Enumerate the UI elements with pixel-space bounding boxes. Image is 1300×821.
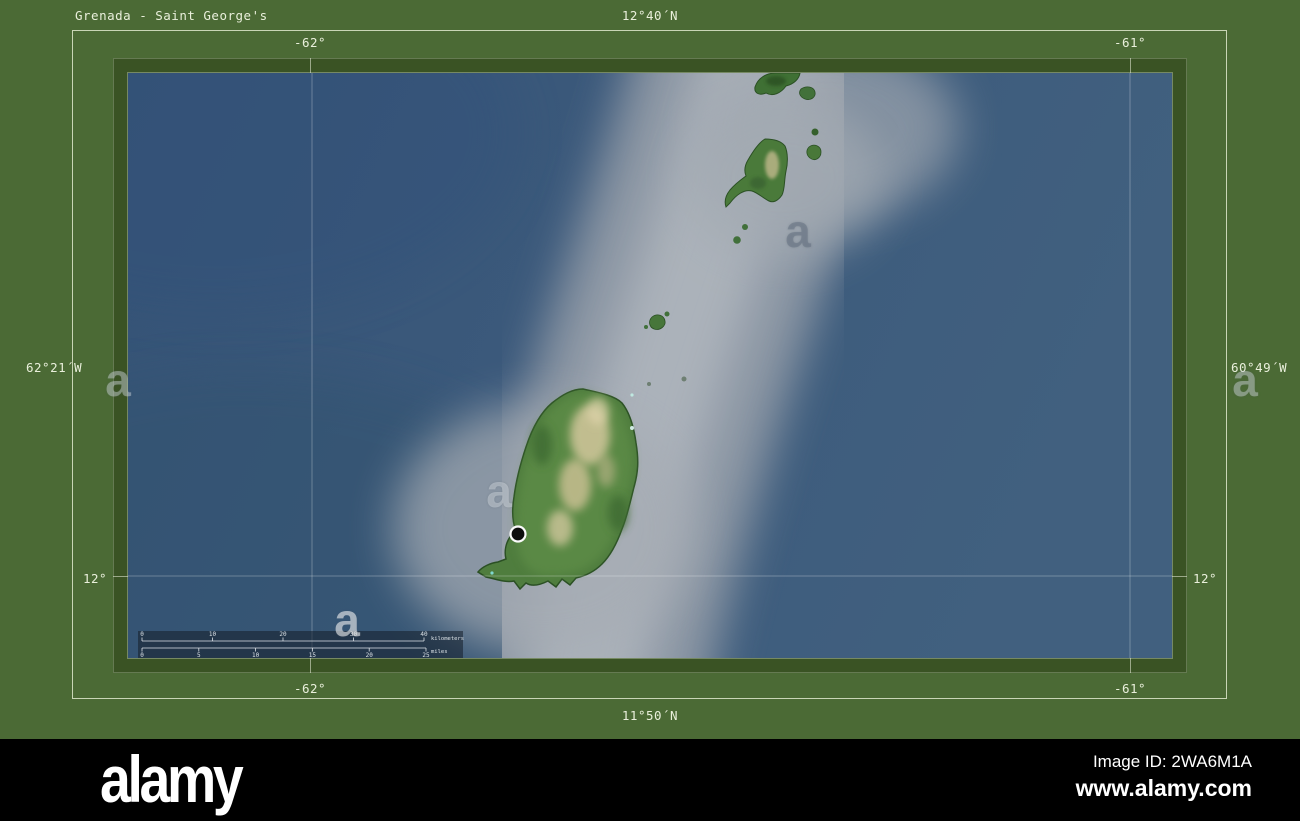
scale-km-tick: 40 [420, 631, 428, 638]
image-id-text: Image ID: 2WA6M1A [1092, 752, 1252, 771]
islet-northeast [799, 86, 816, 100]
settlement-dot-north [630, 393, 634, 397]
scale-mile-tick: 25 [422, 652, 430, 658]
scale-km-tick: 0 [140, 631, 144, 638]
edge-longitude-label-east: 60°49´W [1231, 360, 1288, 375]
settlement-dot-southwest [490, 571, 494, 575]
map-title: Grenada - Saint George's [75, 8, 268, 23]
latitude-label-left: 12° [82, 571, 108, 586]
credit-bar: alamy Image ID: 2WA6M1A www.alamy.com [0, 739, 1300, 821]
graticule-tick [310, 658, 311, 673]
islet-above-petite-martinique [811, 128, 819, 136]
top-latitude-label: 12°40´N [621, 8, 679, 23]
topographic-map: 0 10 20 30 40 kilometers 0 5 10 15 20 25… [0, 0, 1172, 813]
islet-london-bridge [647, 382, 651, 386]
edge-longitude-label-west: 62°21´W [26, 360, 83, 375]
scale-mile-unit: miles [431, 649, 448, 655]
location-marker-saint-georges [509, 525, 527, 543]
map-canvas: 0 10 20 30 40 kilometers 0 5 10 15 20 25… [0, 0, 1173, 813]
graticule-tick [310, 58, 311, 73]
longitude-label-top-west: -62° [293, 35, 327, 50]
longitude-label-bottom-west: -62° [293, 681, 327, 696]
scale-km-tick: 10 [209, 631, 217, 638]
islet-saline [742, 224, 748, 230]
islet-frigate [733, 236, 741, 244]
scale-km-tick: 30 [350, 631, 358, 638]
scale-bar: 0 10 20 30 40 kilometers 0 5 10 15 20 25… [138, 631, 464, 659]
website-url: www.alamy.com [1075, 775, 1252, 801]
map-border-band: 0 10 20 30 40 kilometers 0 5 10 15 20 25… [0, 0, 1187, 813]
scale-km-tick: 20 [279, 631, 287, 638]
scale-mile-tick: 20 [366, 652, 374, 658]
scale-mile-tick: 0 [140, 652, 144, 658]
bottom-latitude-label: 11°50´N [621, 708, 679, 723]
longitude-label-top-east: -61° [1113, 35, 1147, 50]
scale-mile-tick: 10 [252, 652, 260, 658]
latitude-label-right: 12° [1192, 571, 1218, 586]
graticule-tick [113, 576, 128, 577]
islet-les-tantes [681, 376, 687, 382]
scale-km-unit: kilometers [431, 636, 464, 642]
graticule-tick [1130, 58, 1131, 73]
graticule-tick [1130, 658, 1131, 673]
scale-mile-tick: 5 [197, 652, 201, 658]
graticule-tick [1172, 576, 1187, 577]
alamy-logo: alamy [100, 742, 244, 816]
island-petite-martinique [806, 144, 822, 160]
settlement-dot-east [630, 426, 634, 430]
longitude-label-bottom-east: -61° [1113, 681, 1147, 696]
